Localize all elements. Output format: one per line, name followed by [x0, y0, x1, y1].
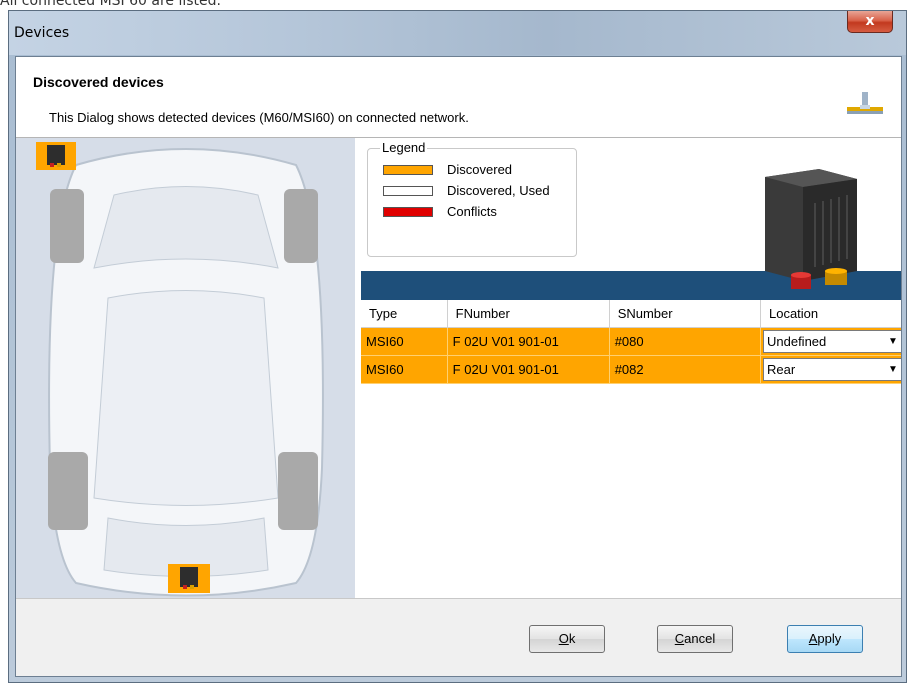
window-title: Devices — [14, 25, 70, 41]
legend-swatch — [383, 207, 433, 217]
dialog-client: Discovered devices This Dialog shows det… — [15, 56, 902, 677]
apply-label: pply — [817, 631, 842, 646]
location-value: Rear — [766, 362, 796, 377]
front-device-marker[interactable] — [36, 142, 76, 170]
cell-type: MSI60 — [361, 327, 448, 356]
close-icon: x — [865, 13, 875, 29]
car-panel — [16, 138, 355, 598]
device-content: Legend Discovered Discovered, Used Confl… — [355, 138, 901, 598]
cell-snumber: #080 — [609, 327, 761, 356]
legend-swatch — [383, 186, 433, 196]
location-select[interactable]: Undefined ▼ — [762, 330, 901, 353]
button-bar: Ok Cancel Apply — [16, 598, 901, 676]
column-header-location[interactable]: Location — [760, 300, 901, 328]
rear-device-marker[interactable] — [168, 564, 210, 593]
legend-label: Discovered, Used — [447, 183, 550, 198]
devices-dialog: Devices x Discovered devices This Dialog… — [8, 10, 907, 683]
network-icon — [847, 92, 883, 114]
column-header-type[interactable]: Type — [361, 300, 448, 328]
ok-button[interactable]: Ok — [529, 625, 605, 653]
ok-mnemonic: O — [558, 631, 569, 646]
location-value: Undefined — [766, 334, 827, 349]
table-header-row: Type FNumber SNumber Location — [361, 300, 901, 328]
legend-box: Legend Discovered Discovered, Used Confl… — [367, 140, 577, 257]
dropdown-arrow-icon[interactable]: ▼ — [885, 331, 901, 352]
apply-button[interactable]: Apply — [787, 625, 863, 653]
cell-fnumber: F 02U V01 901-01 — [447, 355, 610, 384]
legend-label: Discovered — [447, 162, 513, 177]
legend-swatch — [383, 165, 433, 175]
title-bar[interactable]: Devices x — [9, 11, 906, 55]
cell-location: Rear ▼ — [760, 355, 901, 384]
table-row[interactable]: MSI60 F 02U V01 901-01 #082 Rear ▼ — [361, 355, 901, 384]
legend-label: Conflicts — [447, 204, 497, 219]
location-select[interactable]: Rear ▼ — [762, 358, 901, 381]
cell-type: MSI60 — [361, 355, 448, 384]
cancel-button[interactable]: Cancel — [657, 625, 733, 653]
devices-table: Type FNumber SNumber Location MSI60 F 02… — [361, 300, 901, 384]
cell-location: Undefined ▼ — [760, 327, 901, 356]
close-button[interactable]: x — [847, 11, 893, 33]
device-icon — [180, 567, 198, 589]
device-image — [765, 169, 857, 289]
dropdown-arrow-icon[interactable]: ▼ — [885, 359, 901, 380]
ok-label: k — [568, 631, 576, 646]
header-subtitle: This Dialog shows detected devices (M60/… — [49, 110, 469, 125]
car-diagram — [48, 148, 324, 597]
cell-snumber: #082 — [609, 355, 761, 384]
dialog-header: Discovered devices This Dialog shows det… — [16, 57, 901, 138]
header-title: Discovered devices — [33, 74, 164, 90]
column-header-fnumber[interactable]: FNumber — [447, 300, 610, 328]
cell-fnumber: F 02U V01 901-01 — [447, 327, 610, 356]
cancel-mnemonic: C — [674, 631, 685, 646]
device-icon — [47, 145, 65, 167]
column-header-snumber[interactable]: SNumber — [609, 300, 761, 328]
legend-title: Legend — [380, 140, 428, 155]
table-row[interactable]: MSI60 F 02U V01 901-01 #080 Undefined ▼ — [361, 327, 901, 356]
cancel-label: ancel — [684, 631, 716, 646]
